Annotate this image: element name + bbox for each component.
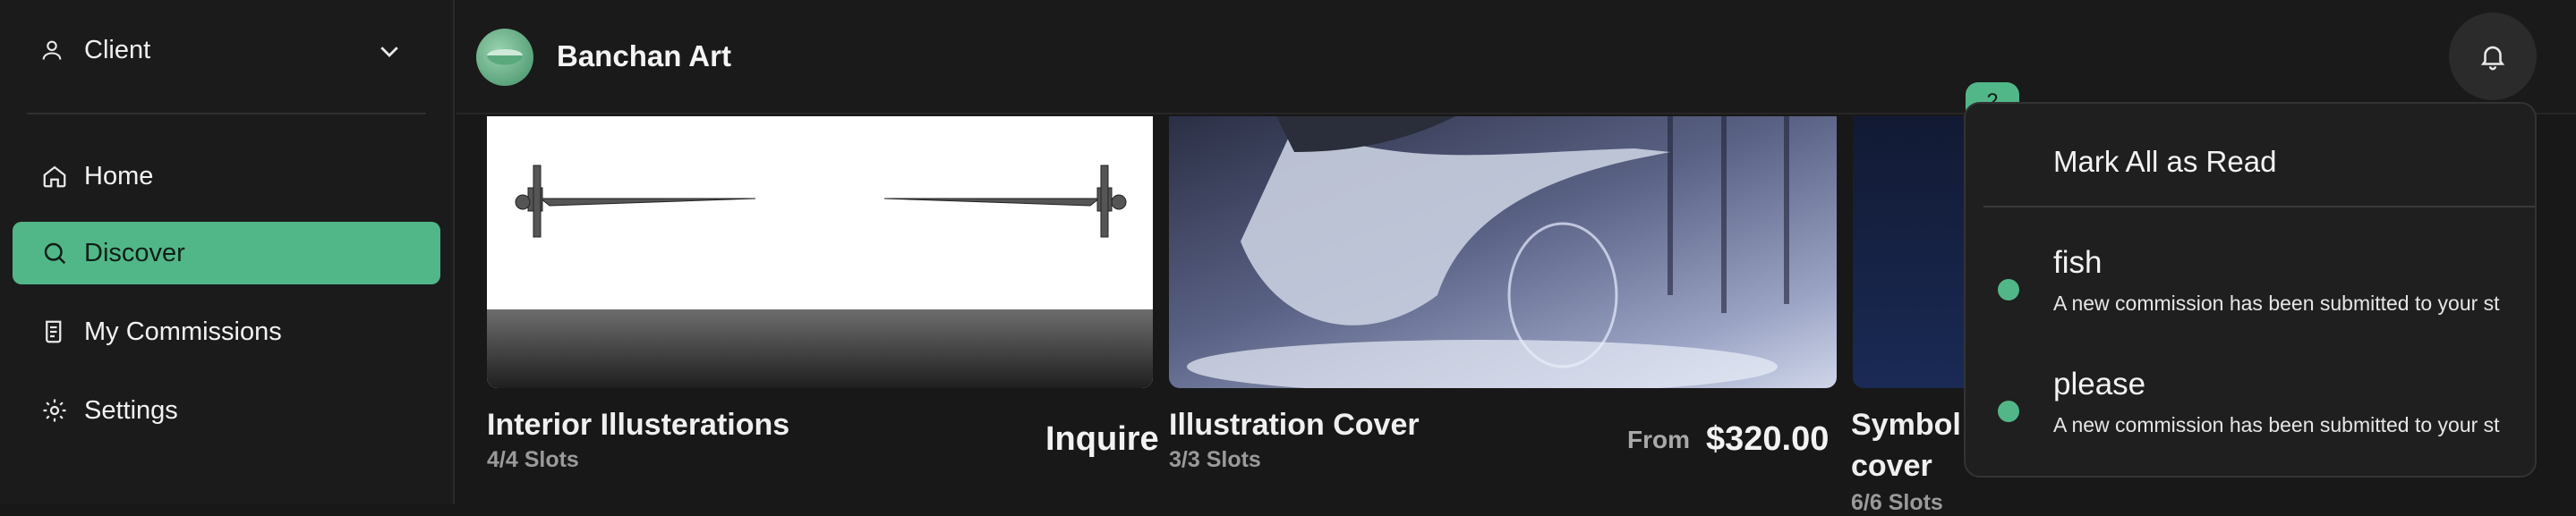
sidebar-item-label: Discover [84, 238, 185, 267]
card-slots: 3/3 Slots [1169, 447, 1261, 472]
notifications-button[interactable] [2449, 13, 2537, 100]
card-title[interactable]: Interior Illusterations [487, 408, 789, 443]
notification-item[interactable]: please A new commission has been submitt… [1966, 367, 2535, 465]
bell-icon [2480, 46, 2505, 71]
sidebar-item-label: My Commissions [84, 317, 282, 346]
card-title-line1[interactable]: Symbol [1851, 408, 1961, 443]
price-value: $320.00 [1706, 420, 1830, 458]
card-slots: 6/6 Slots [1851, 490, 1943, 515]
inquire-label[interactable]: Inquire [1045, 420, 1159, 459]
account-label: Client [84, 35, 151, 64]
sidebar: Client Home Discover My Commissions Sett… [0, 0, 455, 504]
bowl-icon [487, 49, 523, 65]
sidebar-divider [27, 113, 426, 114]
notification-title: fish [2053, 245, 2103, 280]
notification-body: A new commission has been submitted to y… [2053, 413, 2500, 436]
notifications-dropdown: Mark All as Read fish A new commission h… [1964, 102, 2537, 478]
sidebar-item-label: Home [84, 161, 154, 190]
notification-item[interactable]: fish A new commission has been submitted… [1966, 245, 2535, 343]
sidebar-item-home[interactable]: Home [13, 145, 440, 207]
brand-logo[interactable] [476, 29, 533, 86]
sidebar-item-label: Settings [84, 395, 178, 425]
brand-name[interactable]: Banchan Art [557, 39, 731, 73]
unread-dot [1998, 401, 2019, 422]
gear-icon [43, 399, 66, 422]
sidebar-item-settings[interactable]: Settings [13, 379, 440, 442]
home-icon [43, 165, 66, 188]
mark-all-read-button[interactable]: Mark All as Read [2053, 145, 2276, 179]
card-image-interior-illustrations[interactable] [487, 116, 1153, 388]
notification-title: please [2053, 367, 2146, 402]
account-switcher[interactable]: Client [39, 30, 415, 70]
card-image-illustration-cover[interactable] [1169, 116, 1837, 388]
search-icon [44, 242, 66, 265]
swan-illustration-image [1187, 116, 1789, 388]
sidebar-item-my-commissions[interactable]: My Commissions [13, 300, 440, 363]
card-title[interactable]: Illustration Cover [1169, 408, 1420, 443]
card-image-fade [487, 309, 1153, 388]
unread-dot [1998, 279, 2019, 300]
commissions-icon [46, 320, 62, 343]
notifications-divider [1983, 206, 2535, 207]
chevron-down-icon[interactable] [376, 38, 403, 64]
price-prefix: From [1627, 426, 1690, 453]
card-title-line2[interactable]: cover [1851, 449, 1932, 484]
sidebar-item-discover[interactable]: Discover [13, 222, 440, 284]
card-slots: 4/4 Slots [487, 447, 579, 472]
top-header: Banchan Art [456, 0, 2576, 114]
swords-image [515, 165, 1127, 238]
user-icon [42, 40, 62, 60]
notification-body: A new commission has been submitted to y… [2053, 292, 2500, 315]
